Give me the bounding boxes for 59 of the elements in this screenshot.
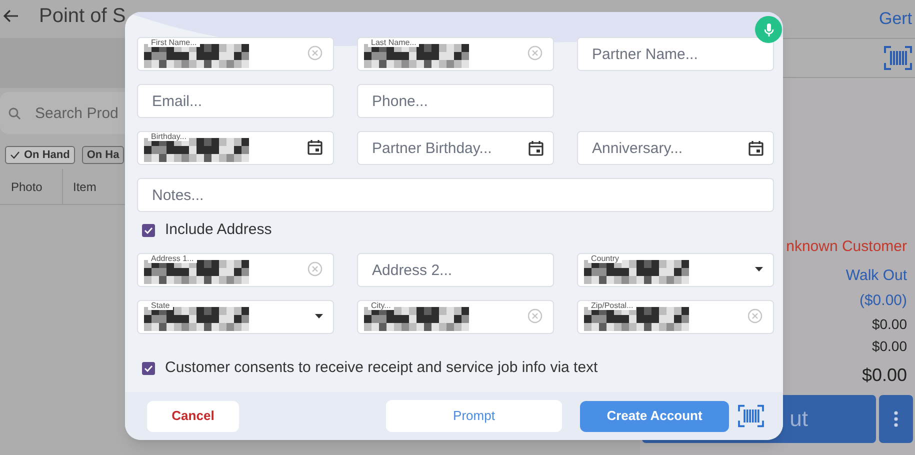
field-label: City... [368, 301, 394, 310]
caret-icon [755, 266, 763, 272]
filter-chip[interactable]: On Hand [5, 146, 75, 164]
more-icon [894, 410, 898, 426]
input-field[interactable]: Country [577, 253, 774, 287]
check-icon [144, 226, 153, 234]
caret-icon [315, 314, 323, 318]
search-field[interactable]: Search Prod [0, 92, 125, 134]
field-label: First Name... [148, 38, 200, 47]
clear-icon[interactable] [747, 308, 763, 324]
check-icon [144, 364, 153, 372]
back-arrow-icon[interactable] [3, 9, 19, 23]
customer-name: nknown Customer [786, 237, 907, 257]
calendar-icon [307, 139, 323, 155]
field-label: Zip/Postal... [588, 301, 636, 310]
checkbox-label: Include Address [165, 220, 272, 240]
clear-icon[interactable] [307, 261, 323, 277]
field-label: Birthday... [148, 132, 190, 141]
input-field[interactable]: Address 2... [357, 253, 554, 287]
field-label: Country [588, 254, 622, 263]
input-field[interactable]: Phone... [357, 84, 554, 118]
input-field[interactable]: Address 1... [137, 253, 334, 287]
column-header: Photo [0, 169, 63, 204]
input-field[interactable]: First Name... [137, 37, 334, 71]
filter-chip[interactable]: On Ha [82, 146, 124, 164]
microphone-icon [764, 22, 774, 36]
checkbox[interactable] [142, 362, 155, 374]
input-field[interactable]: Email... [137, 84, 334, 118]
credit-amount: ($0.00) [859, 291, 907, 311]
input-field[interactable]: Anniversary... [577, 131, 774, 165]
total-amount: $0.00 [862, 364, 907, 386]
check-icon [10, 151, 20, 159]
field-label: State [148, 301, 173, 310]
input-field[interactable]: Partner Name... [577, 37, 774, 71]
column-header: Item [72, 178, 96, 196]
input-field[interactable]: Notes... [137, 178, 774, 212]
input-field[interactable]: Last Name... [357, 37, 554, 71]
clear-icon[interactable] [527, 45, 543, 61]
amount: $0.00 [872, 314, 907, 334]
input-field[interactable]: Birthday... [137, 131, 334, 165]
checkbox-label: Customer consents to receive receipt and service job info via text [165, 358, 598, 378]
input-field[interactable]: Zip/Postal... [577, 300, 774, 334]
calendar-icon [528, 140, 544, 156]
input-field[interactable]: City... [357, 300, 554, 334]
more-button[interactable] [879, 394, 913, 442]
clear-icon[interactable] [527, 308, 543, 324]
clear-icon[interactable] [307, 45, 323, 61]
input-field[interactable]: Partner Birthday... [357, 131, 554, 165]
search-icon [8, 107, 21, 120]
field-label: Last Name... [368, 38, 420, 47]
input-field[interactable]: State [137, 300, 334, 334]
checkbox[interactable] [142, 224, 155, 236]
field-label: Address 1... [148, 254, 197, 263]
barcode-icon[interactable] [883, 45, 913, 71]
amount: $0.00 [872, 336, 907, 356]
page-title: Point of S [39, 4, 126, 29]
barcode-icon[interactable] [737, 404, 765, 428]
cancel-button[interactable]: Cancel [147, 400, 239, 432]
calendar-icon [748, 140, 764, 156]
